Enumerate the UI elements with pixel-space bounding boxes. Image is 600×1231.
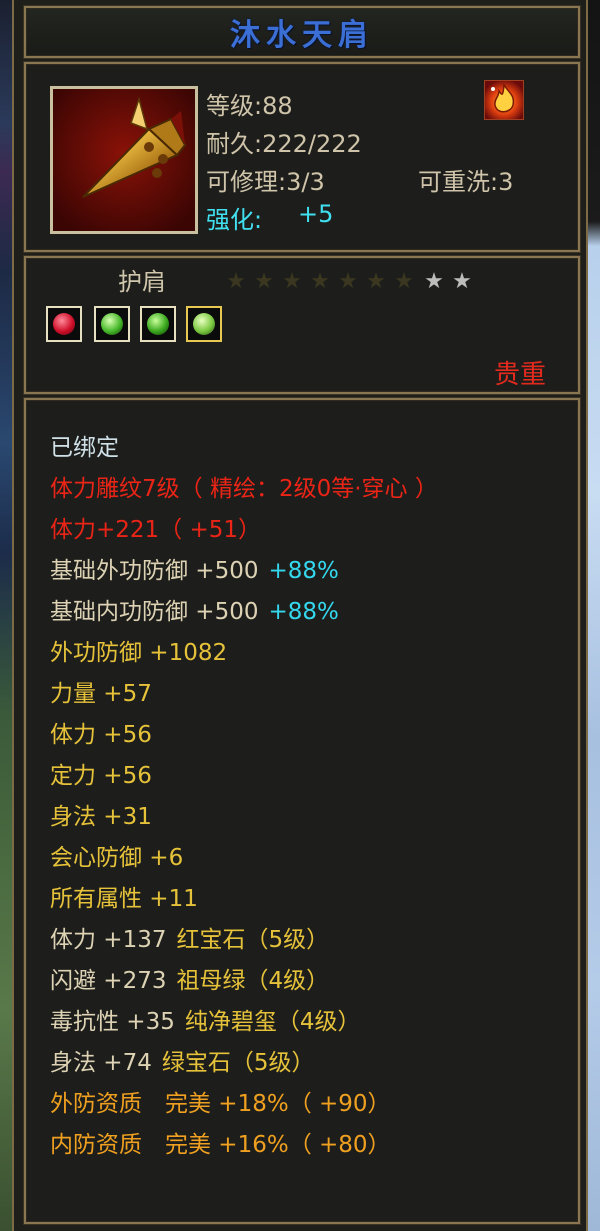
stamina-line: 体力 +56 bbox=[50, 722, 152, 748]
gem4-line: 身法 +74 绿宝石（5级） bbox=[50, 1043, 315, 1077]
engrave-stat-line: 体力+221（ +51） bbox=[50, 517, 262, 543]
agility-line: 身法 +31 bbox=[50, 804, 152, 830]
green-gem-icon bbox=[147, 313, 169, 335]
gem-slot-4[interactable] bbox=[186, 306, 222, 342]
repair-count-text: 可修理:3/3 bbox=[206, 168, 325, 196]
all-attr-line: 所有属性 +11 bbox=[50, 886, 198, 912]
engrave-line: 体力雕纹7级（ 精绘：2级0等·穿心 ） bbox=[50, 476, 438, 502]
gem3-stat: 毒抗性 +35 bbox=[50, 1009, 175, 1035]
green-gem-icon bbox=[101, 313, 123, 335]
star-empty-icon: ★ bbox=[452, 269, 472, 294]
base-ext-def-line: 基础外功防御 +500 +88% bbox=[50, 551, 339, 585]
star-filled-icon: ★ bbox=[338, 269, 358, 294]
item-info-box: 等级:88 耐久:222/222 可修理:3/3 可重洗:3 强化: +5 bbox=[24, 62, 580, 252]
gem2-line: 闪避 +273 祖母绿（4级） bbox=[50, 961, 329, 995]
star-filled-icon: ★ bbox=[282, 269, 302, 294]
crit-def-line: 会心防御 +6 bbox=[50, 845, 184, 871]
attributes-box: 已绑定 体力雕纹7级（ 精绘：2级0等·穿心 ） 体力+221（ +51） 基础… bbox=[24, 398, 580, 1224]
star-filled-icon: ★ bbox=[310, 269, 330, 294]
rewash-count-text: 可重洗:3 bbox=[418, 168, 514, 196]
green-gem-icon bbox=[193, 313, 215, 335]
star-filled-icon: ★ bbox=[226, 269, 246, 294]
enhance-value: +5 bbox=[298, 200, 334, 228]
base-int-def-text: 基础内功防御 +500 bbox=[50, 599, 259, 625]
rarity-label: 贵重 bbox=[493, 360, 546, 390]
level-text: 等级:88 bbox=[206, 92, 293, 120]
gem3-name: 纯净碧玺（4级） bbox=[184, 1009, 361, 1035]
star-filled-icon: ★ bbox=[366, 269, 386, 294]
gem-slot-3[interactable] bbox=[140, 306, 176, 342]
gem-slot-2[interactable] bbox=[94, 306, 130, 342]
golden-shoulder-armor-icon bbox=[53, 89, 195, 231]
gem1-name: 红宝石（5级） bbox=[176, 927, 330, 953]
item-icon-frame bbox=[50, 86, 198, 234]
base-int-def-pct: +88% bbox=[268, 599, 339, 625]
gem1-line: 体力 +137 红宝石（5级） bbox=[50, 920, 329, 954]
star-empty-icon: ★ bbox=[424, 269, 444, 294]
ext-def-line: 外功防御 +1082 bbox=[50, 640, 228, 666]
red-gem-icon bbox=[53, 313, 75, 335]
base-ext-def-text: 基础外功防御 +500 bbox=[50, 558, 259, 584]
game-world-right-edge bbox=[588, 0, 600, 1231]
gem3-line: 毒抗性 +35 纯净碧玺（4级） bbox=[50, 1002, 361, 1036]
base-int-def-line: 基础内功防御 +500 +88% bbox=[50, 592, 339, 626]
enhance-label: 强化: bbox=[206, 206, 263, 234]
gem2-name: 祖母绿（4级） bbox=[176, 968, 330, 994]
bound-status: 已绑定 bbox=[50, 435, 119, 461]
gem1-stat: 体力 +137 bbox=[50, 927, 167, 953]
gem2-stat: 闪避 +273 bbox=[50, 968, 167, 994]
fire-buff-icon[interactable] bbox=[484, 80, 524, 120]
base-ext-def-pct: +88% bbox=[268, 558, 339, 584]
ext-def-quality-line: 外防资质 完美 +18%（ +90） bbox=[50, 1091, 391, 1117]
item-name: 沐水天肩 bbox=[230, 18, 374, 53]
int-def-quality-line: 内防资质 完美 +16%（ +80） bbox=[50, 1132, 391, 1158]
strength-line: 力量 +57 bbox=[50, 681, 152, 707]
title-bar: 沐水天肩 bbox=[24, 6, 580, 58]
durability-text: 耐久:222/222 bbox=[206, 130, 362, 158]
gem4-stat: 身法 +74 bbox=[50, 1050, 152, 1076]
item-type-label: 护肩 bbox=[118, 268, 166, 296]
star-filled-icon: ★ bbox=[254, 269, 274, 294]
gem-slot-1[interactable] bbox=[46, 306, 82, 342]
gem4-name: 绿宝石（5级） bbox=[161, 1050, 315, 1076]
focus-line: 定力 +56 bbox=[50, 763, 152, 789]
star-filled-icon: ★ bbox=[394, 269, 414, 294]
item-tooltip-panel: 沐水天肩 等级:88 耐久:222/222 可修理:3/3 可重洗:3 强化: … bbox=[12, 0, 588, 1231]
